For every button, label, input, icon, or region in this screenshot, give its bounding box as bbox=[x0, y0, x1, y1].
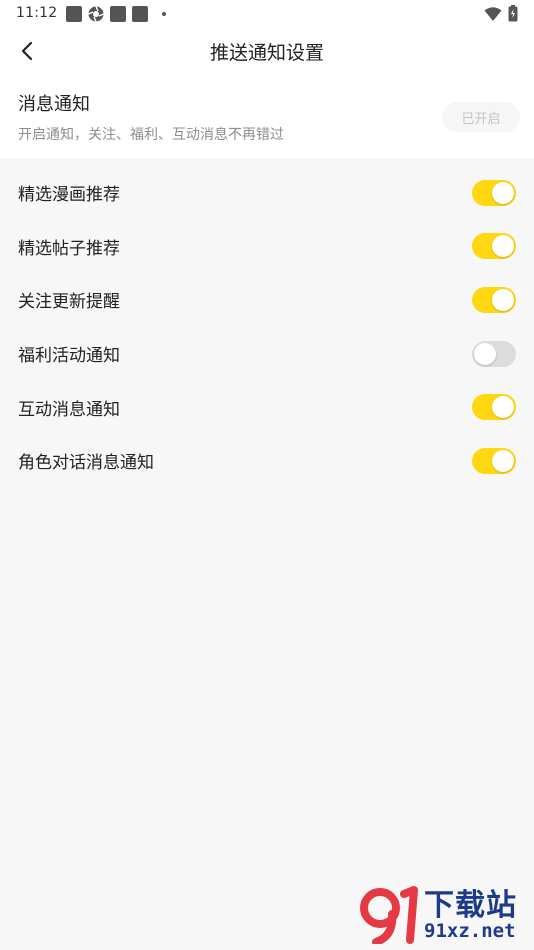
notification-square-icon bbox=[66, 6, 82, 22]
welfare-activity-toggle[interactable] bbox=[472, 340, 516, 367]
toggle-knob bbox=[492, 396, 514, 419]
master-notification-description: 开启通知，关注、福利、互动消息不再错过 bbox=[18, 127, 284, 143]
interaction-message-toggle[interactable] bbox=[472, 394, 516, 421]
setting-label: 精选帖子推荐 bbox=[18, 238, 120, 259]
status-bar: 11:12 bbox=[0, 0, 534, 28]
toggle-knob bbox=[492, 449, 514, 472]
dot-icon bbox=[162, 12, 166, 16]
watermark-logo-icon bbox=[360, 886, 418, 944]
watermark-title: 下载站 bbox=[424, 888, 517, 923]
toggle-knob bbox=[492, 288, 514, 311]
toggle-knob bbox=[492, 181, 514, 204]
comic-recommend-toggle[interactable] bbox=[472, 179, 516, 206]
notification-square-icon bbox=[132, 6, 148, 22]
master-notification-title: 消息通知 bbox=[18, 94, 90, 115]
setting-row-follow-update: 关注更新提醒 bbox=[0, 273, 534, 327]
battery-icon bbox=[508, 5, 518, 22]
status-time: 11:12 bbox=[16, 5, 58, 21]
system-icons bbox=[484, 5, 518, 22]
setting-row-post-recommend: 精选帖子推荐 bbox=[0, 220, 534, 274]
watermark-url: 91xz.net bbox=[424, 920, 516, 942]
post-recommend-toggle[interactable] bbox=[472, 233, 516, 260]
setting-row-comic-recommend: 精选漫画推荐 bbox=[0, 166, 534, 220]
setting-label: 关注更新提醒 bbox=[18, 292, 120, 313]
watermark: 下载站 91xz.net bbox=[358, 878, 534, 950]
setting-label: 精选漫画推荐 bbox=[18, 185, 120, 206]
setting-row-welfare-activity: 福利活动通知 bbox=[0, 327, 534, 381]
setting-row-character-chat: 角色对话消息通知 bbox=[0, 434, 534, 488]
toggle-knob bbox=[492, 235, 514, 258]
page-title: 推送通知设置 bbox=[209, 42, 324, 64]
notification-square-icon bbox=[110, 6, 126, 22]
setting-label: 福利活动通知 bbox=[18, 346, 120, 367]
settings-list: 精选漫画推荐 精选帖子推荐 关注更新提醒 福利活动通知 互动消息通知 角色对话消… bbox=[0, 166, 534, 488]
aperture-icon bbox=[88, 6, 104, 22]
setting-label: 角色对话消息通知 bbox=[18, 453, 154, 474]
notification-icons bbox=[66, 6, 166, 22]
follow-update-toggle[interactable] bbox=[472, 286, 516, 313]
character-chat-toggle[interactable] bbox=[472, 447, 516, 474]
toggle-knob bbox=[474, 342, 496, 365]
notification-status-button[interactable]: 已开启 bbox=[442, 102, 520, 132]
wifi-icon bbox=[484, 6, 502, 21]
setting-label: 互动消息通知 bbox=[18, 399, 120, 420]
setting-row-interaction-message: 互动消息通知 bbox=[0, 380, 534, 434]
